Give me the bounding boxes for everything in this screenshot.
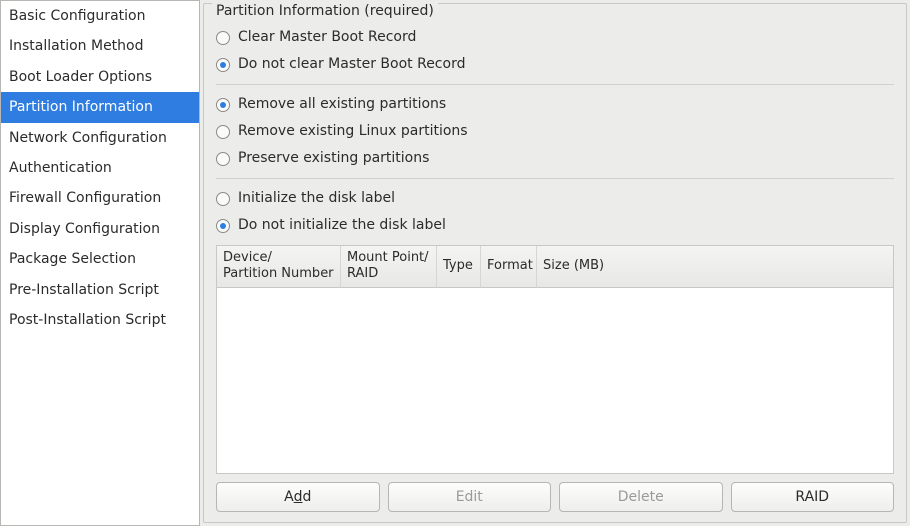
- radio-do-not-clear-mbr[interactable]: Do not clear Master Boot Record: [216, 51, 894, 78]
- partition-table: Device/ Partition Number Mount Point/ RA…: [216, 245, 894, 474]
- separator: [216, 178, 894, 179]
- radio-icon: [216, 152, 230, 166]
- sidebar-item-basic-configuration[interactable]: Basic Configuration: [1, 1, 199, 31]
- col-mount-line2: RAID: [347, 266, 430, 282]
- sidebar: Basic Configuration Installation Method …: [0, 0, 200, 526]
- add-button[interactable]: Add: [216, 482, 380, 512]
- group-title: Partition Information (required): [212, 3, 438, 19]
- table-header: Device/ Partition Number Mount Point/ RA…: [217, 246, 893, 288]
- radio-label: Remove existing Linux partitions: [238, 121, 468, 142]
- app-root: Basic Configuration Installation Method …: [0, 0, 910, 526]
- btn-accel: d: [294, 489, 303, 505]
- col-device-line1: Device/: [223, 250, 334, 266]
- table-body[interactable]: [217, 288, 893, 474]
- radio-label: Clear Master Boot Record: [238, 27, 416, 48]
- radio-icon: [216, 219, 230, 233]
- radio-icon: [216, 58, 230, 72]
- col-device-line2: Partition Number: [223, 266, 334, 282]
- raid-button[interactable]: RAID: [731, 482, 895, 512]
- col-format[interactable]: Format: [481, 246, 537, 288]
- button-row: Add Edit Delete RAID: [216, 474, 894, 512]
- radio-label: Do not initialize the disk label: [238, 215, 446, 236]
- btn-text-pre: A: [284, 489, 294, 505]
- radio-initialize-disk-label[interactable]: Initialize the disk label: [216, 185, 894, 212]
- radio-remove-linux-partitions[interactable]: Remove existing Linux partitions: [216, 118, 894, 145]
- radio-icon: [216, 192, 230, 206]
- radio-label: Preserve existing partitions: [238, 148, 429, 169]
- radio-icon: [216, 31, 230, 45]
- col-mount[interactable]: Mount Point/ RAID: [341, 246, 437, 288]
- radio-do-not-initialize-disk-label[interactable]: Do not initialize the disk label: [216, 212, 894, 239]
- sidebar-item-authentication[interactable]: Authentication: [1, 153, 199, 183]
- radio-icon: [216, 125, 230, 139]
- sidebar-item-post-installation-script[interactable]: Post-Installation Script: [1, 305, 199, 335]
- separator: [216, 84, 894, 85]
- delete-button[interactable]: Delete: [559, 482, 723, 512]
- sidebar-item-boot-loader-options[interactable]: Boot Loader Options: [1, 62, 199, 92]
- radio-clear-mbr[interactable]: Clear Master Boot Record: [216, 24, 894, 51]
- main-panel: Partition Information (required) Clear M…: [200, 0, 910, 526]
- radio-icon: [216, 98, 230, 112]
- col-type[interactable]: Type: [437, 246, 481, 288]
- sidebar-item-display-configuration[interactable]: Display Configuration: [1, 214, 199, 244]
- col-mount-line1: Mount Point/: [347, 250, 430, 266]
- radio-preserve-partitions[interactable]: Preserve existing partitions: [216, 145, 894, 172]
- radio-remove-all-partitions[interactable]: Remove all existing partitions: [216, 91, 894, 118]
- sidebar-item-network-configuration[interactable]: Network Configuration: [1, 123, 199, 153]
- sidebar-item-firewall-configuration[interactable]: Firewall Configuration: [1, 183, 199, 213]
- sidebar-item-pre-installation-script[interactable]: Pre-Installation Script: [1, 275, 199, 305]
- col-device[interactable]: Device/ Partition Number: [217, 246, 341, 288]
- sidebar-item-partition-information[interactable]: Partition Information: [1, 92, 199, 122]
- sidebar-item-installation-method[interactable]: Installation Method: [1, 31, 199, 61]
- btn-text-post: d: [303, 489, 312, 505]
- edit-button[interactable]: Edit: [388, 482, 552, 512]
- partition-info-group: Partition Information (required) Clear M…: [203, 3, 907, 523]
- radio-label: Remove all existing partitions: [238, 94, 446, 115]
- radio-label: Initialize the disk label: [238, 188, 395, 209]
- col-size[interactable]: Size (MB): [537, 246, 893, 288]
- sidebar-item-package-selection[interactable]: Package Selection: [1, 244, 199, 274]
- radio-label: Do not clear Master Boot Record: [238, 54, 465, 75]
